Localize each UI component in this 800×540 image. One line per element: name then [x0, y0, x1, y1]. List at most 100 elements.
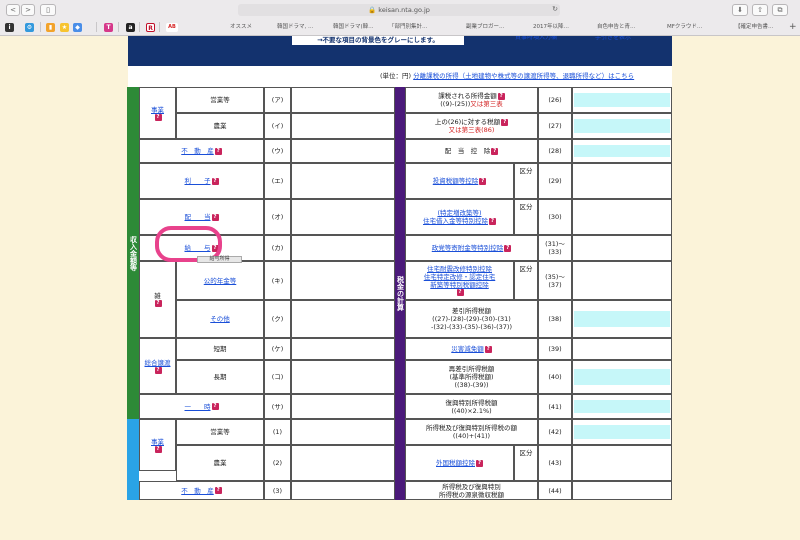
fudosan-link[interactable]: 不 動 産 — [181, 147, 214, 155]
help-icon[interactable]: ? — [154, 113, 162, 121]
favicon-rakuten-icon[interactable]: R — [146, 23, 155, 32]
bookmark-item[interactable]: 「部門別集計… — [389, 21, 435, 33]
r35-input[interactable] — [572, 261, 672, 300]
help-icon[interactable]: ? — [504, 244, 512, 252]
nogyo2-input[interactable] — [291, 445, 395, 481]
help-icon[interactable]: ? — [211, 177, 219, 185]
help-icon[interactable]: ? — [476, 459, 483, 467]
r35-link[interactable]: 住宅耐震改修特別控除 — [427, 265, 492, 273]
help-icon[interactable]: ? — [154, 445, 162, 453]
download-icon[interactable]: ⬇ — [732, 4, 748, 16]
r35-link-2[interactable]: 住宅特定改修・認定住宅 — [424, 273, 496, 281]
sogo-link[interactable]: 総合譲渡 — [145, 359, 171, 367]
eigyo-input[interactable] — [291, 87, 395, 113]
favicon-tp-icon[interactable]: T — [104, 23, 113, 32]
r29-kubun[interactable]: 区分 — [514, 163, 538, 199]
help-icon[interactable]: ? — [484, 345, 492, 353]
help-icon[interactable]: ? — [501, 118, 509, 126]
bookmark-item[interactable]: オススメ — [230, 21, 270, 33]
rishi-input[interactable] — [291, 163, 395, 199]
help-icon[interactable]: ? — [491, 147, 499, 155]
show-guide-link[interactable]: 手引きを表示 — [595, 36, 645, 40]
r39-input[interactable] — [572, 338, 672, 360]
r38-input[interactable] — [574, 311, 670, 327]
bookmark-item[interactable]: 副業ブロガー… — [466, 21, 516, 33]
reload-icon[interactable]: ↻ — [550, 4, 560, 16]
bookmark-item[interactable]: MFクラウド… — [667, 21, 717, 33]
forward-icon[interactable]: > — [21, 4, 35, 16]
r29-link[interactable]: 投資税額等控除 — [433, 177, 479, 185]
add-tab-icon[interactable]: + — [789, 21, 799, 33]
sidebar-icon[interactable]: ▯ — [40, 4, 56, 16]
nogyo-input[interactable] — [291, 113, 395, 139]
r31-link[interactable]: 政党等寄附金等特別控除 — [432, 244, 504, 252]
r30-kubun[interactable]: 区分 — [514, 199, 538, 235]
share-icon[interactable]: ⇧ — [752, 4, 768, 16]
choki-input[interactable] — [291, 360, 395, 394]
help-icon[interactable]: ? — [489, 217, 496, 225]
r30-link-2[interactable]: 住宅借入金等特別控除 — [423, 217, 488, 225]
r39-link[interactable]: 災害減免額 — [451, 345, 484, 353]
jigyo2-link[interactable]: 事業 — [151, 438, 164, 446]
fudosan-input[interactable] — [291, 139, 395, 163]
gray-hint-button[interactable]: →不要な項目の背景色をグレーにします。 — [292, 36, 464, 45]
help-icon[interactable]: ? — [214, 147, 222, 155]
bookmark-item[interactable]: 自色申告と青… — [597, 21, 647, 33]
help-icon[interactable]: ? — [154, 366, 162, 374]
r41-input[interactable] — [574, 400, 670, 413]
rishi-link[interactable]: 利 子 — [185, 177, 211, 185]
bookmark-item[interactable]: 韓国ドラマ, … — [277, 21, 327, 33]
r30-input[interactable] — [572, 199, 672, 235]
favicon-gear-icon[interactable]: ⚙ — [25, 23, 34, 32]
jigyo-link[interactable]: 事業 — [151, 106, 164, 114]
r27-input[interactable] — [574, 119, 670, 133]
haito-input[interactable] — [291, 199, 395, 235]
r35-link-3[interactable]: 新築等特別税額控除 — [430, 281, 489, 289]
help-icon[interactable]: ? — [497, 92, 505, 100]
back-icon[interactable]: < — [6, 4, 20, 16]
nenkin-input[interactable] — [291, 261, 395, 300]
r43-link[interactable]: 外国税額控除 — [436, 459, 475, 467]
help-icon[interactable]: ? — [479, 177, 487, 185]
r43-kubun[interactable]: 区分 — [514, 445, 538, 481]
favicon-amazon-icon[interactable]: a — [126, 23, 135, 32]
bookmark-item[interactable]: 【確定申告書… — [735, 21, 783, 33]
help-icon[interactable]: ? — [456, 289, 464, 296]
bookmark-item[interactable]: 2017年以降… — [533, 21, 583, 33]
help-icon[interactable]: ? — [211, 403, 219, 410]
favicon-chart-icon[interactable]: ▮ — [46, 23, 55, 32]
r44-input[interactable] — [572, 481, 672, 500]
favicon-ab-icon[interactable]: AB — [166, 23, 178, 32]
kyuyo-input[interactable] — [291, 235, 395, 261]
ichiji-input[interactable] — [291, 394, 395, 419]
r42-input[interactable] — [574, 425, 670, 439]
tanki-input[interactable] — [291, 338, 395, 360]
favicon-drive-icon[interactable]: ◆ — [73, 23, 82, 32]
sonota-link[interactable]: その他 — [210, 315, 230, 323]
favicon-info-icon[interactable]: i — [5, 23, 14, 32]
haito-link[interactable]: 配 当 — [185, 213, 211, 221]
favicon-star-icon[interactable]: ★ — [60, 23, 69, 32]
r28-input[interactable] — [574, 145, 670, 157]
help-icon[interactable]: ? — [211, 213, 219, 221]
bookmark-item[interactable]: 韓国ドラマ(韓… — [333, 21, 381, 33]
r29-input[interactable] — [572, 163, 672, 199]
address-bar[interactable]: 🔒 keisan.nta.go.jp — [238, 4, 560, 16]
help-icon[interactable]: ? — [154, 300, 162, 307]
r26-input[interactable] — [574, 93, 670, 107]
r35-kubun[interactable]: 区分 — [514, 261, 538, 300]
fudosan2-link[interactable]: 不 動 産 — [181, 487, 214, 495]
r31-input[interactable] — [572, 235, 672, 261]
fudosan2-input[interactable] — [291, 481, 395, 500]
input-field-link[interactable]: 貴事時項入力欄 — [515, 36, 565, 40]
tabs-icon[interactable]: ⧉ — [772, 4, 788, 16]
r43-input[interactable] — [572, 445, 672, 481]
r30-link[interactable]: (特定増改築等) — [437, 209, 481, 217]
nenkin-link[interactable]: 公的年金等 — [204, 277, 237, 285]
separate-tax-link[interactable]: 分離課税の所得（土地建物や株式等の譲渡所得等、退職所得など）はこちら — [413, 72, 634, 80]
sonota-input[interactable] — [291, 300, 395, 338]
r40-input[interactable] — [574, 369, 670, 385]
eigyo2-input[interactable] — [291, 419, 395, 445]
help-icon[interactable]: ? — [214, 487, 222, 494]
ichiji-link[interactable]: 一 時 — [185, 403, 211, 411]
